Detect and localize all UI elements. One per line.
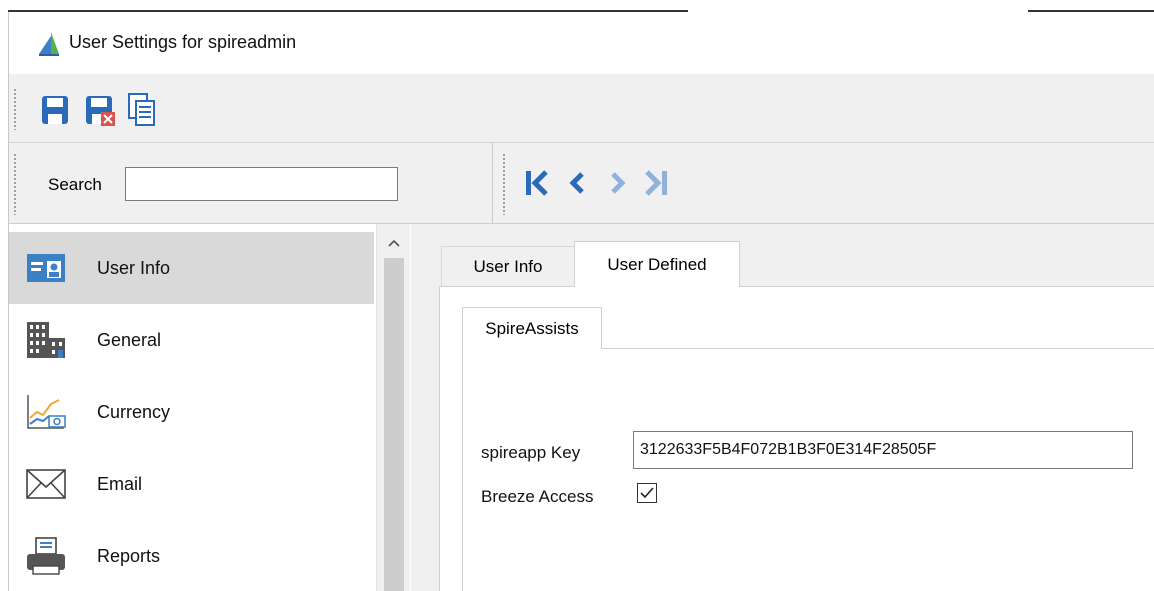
spireapp-key-label: spireapp Key bbox=[481, 443, 581, 462]
last-record-icon bbox=[645, 170, 667, 196]
first-record-button[interactable] bbox=[519, 163, 555, 203]
scrollbar-thumb[interactable] bbox=[384, 258, 404, 591]
sidebar-item-label: General bbox=[97, 329, 162, 350]
main-panel: User Info User Defined SpireAssists spir… bbox=[411, 224, 1154, 591]
save-close-icon[interactable] bbox=[83, 90, 117, 128]
navigation-bar: Search bbox=[8, 142, 1154, 225]
tab-label: User Info bbox=[473, 256, 543, 276]
sidebar-item-currency[interactable]: Currency bbox=[9, 376, 374, 448]
subtab-spireassists[interactable]: SpireAssists bbox=[462, 307, 602, 349]
search-label: Search bbox=[48, 175, 102, 194]
title-bar: User Settings for spireadmin bbox=[8, 12, 1154, 74]
subpanel-border bbox=[602, 348, 1154, 349]
checkmark-icon bbox=[640, 487, 654, 499]
currency-chart-icon bbox=[27, 395, 66, 429]
tab-panel-user-defined: SpireAssists spireapp Key Breeze Access bbox=[439, 286, 1154, 591]
subtab-label: SpireAssists bbox=[485, 318, 579, 338]
save-icon[interactable] bbox=[39, 90, 73, 128]
sidebar-item-user-info[interactable]: User Info bbox=[9, 232, 374, 304]
tab-user-info[interactable]: User Info bbox=[441, 246, 575, 286]
sidebar-item-label: Email bbox=[97, 473, 143, 494]
sidebar-scrollbar[interactable] bbox=[376, 224, 410, 591]
sidebar-item-label: Currency bbox=[97, 401, 171, 422]
subpanel-border bbox=[462, 348, 463, 591]
first-record-icon bbox=[526, 170, 548, 196]
sidebar-item-reports[interactable]: Reports bbox=[9, 520, 374, 591]
app-logo-icon bbox=[39, 32, 59, 56]
sidebar-item-label: Reports bbox=[97, 545, 161, 566]
scroll-up-icon[interactable] bbox=[377, 232, 411, 254]
sidebar-item-email[interactable]: Email bbox=[9, 448, 374, 520]
sidebar-item-label: User Info bbox=[97, 257, 171, 278]
building-icon bbox=[27, 322, 65, 358]
toolbar bbox=[8, 74, 1154, 142]
toolbar-grip[interactable] bbox=[13, 88, 17, 130]
next-record-button[interactable] bbox=[600, 163, 636, 203]
navbar-grip[interactable] bbox=[13, 153, 17, 215]
tab-user-defined[interactable]: User Defined bbox=[574, 241, 740, 287]
tab-label: User Defined bbox=[607, 254, 707, 274]
previous-record-button[interactable] bbox=[559, 163, 595, 203]
envelope-icon bbox=[26, 469, 66, 499]
breeze-access-checkbox[interactable] bbox=[637, 483, 657, 503]
copy-icon[interactable] bbox=[125, 90, 159, 128]
navbar-divider bbox=[492, 143, 493, 225]
sidebar-item-general[interactable]: General bbox=[9, 304, 374, 376]
window-title: User Settings for spireadmin bbox=[69, 32, 297, 52]
search-input[interactable] bbox=[125, 167, 398, 201]
breeze-access-label: Breeze Access bbox=[481, 487, 594, 506]
sidebar: User Info General Currency Email Reports bbox=[8, 224, 410, 591]
spireapp-key-field[interactable] bbox=[633, 431, 1133, 469]
user-card-icon bbox=[27, 254, 65, 282]
navbar-grip[interactable] bbox=[502, 153, 506, 215]
previous-record-icon bbox=[569, 172, 584, 194]
printer-icon bbox=[27, 537, 65, 575]
last-record-button[interactable] bbox=[638, 163, 674, 203]
next-record-icon bbox=[611, 172, 626, 194]
